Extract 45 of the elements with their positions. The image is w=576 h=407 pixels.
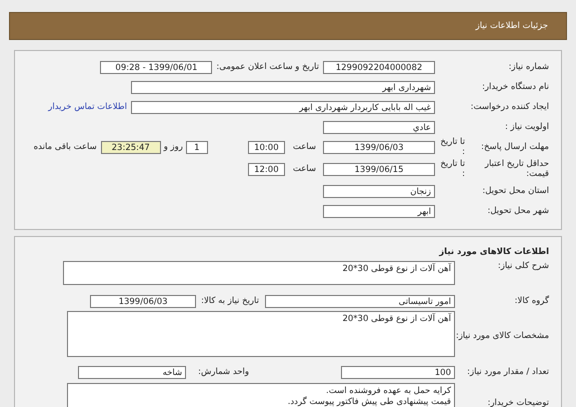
value-field: 10:00 [248,140,285,154]
field-label: تا تاریخ : [439,159,465,179]
value-field: شهرداری ابهر [131,80,435,94]
field-label: شرح کلی نیاز: [496,261,550,271]
field-label: شهر محل تحویل: [486,206,550,216]
field-label: توضیحات خریدار: [486,398,550,407]
field-label: تاریخ و ساعت اعلان عمومی: [216,62,319,72]
value-field: امور تاسیساتی [265,294,455,308]
notes-field: کرایه حمل به عهده فروشنده است. قیمت پیشنهادی طی پیش فاکتور پیوست گردد. [67,383,455,407]
field-label: استان محل تحویل: [481,186,550,196]
value-field: 1 [186,140,208,154]
page-title: جزئیات اطلاعات نیاز [476,21,548,31]
field-label: ایجاد کننده درخواست: [470,102,550,112]
field-label: اولویت نیاز : [504,122,550,132]
field-label: نام دستگاه خریدار: [481,82,550,92]
value-field: 1399/06/03 [90,294,196,308]
field-label: ساعت [292,142,316,152]
value-field: 12:00 [248,162,285,176]
value-field: آهن آلات از نوع قوطی 30*20 [67,311,455,357]
value-field: 100 [341,366,455,378]
field-label: ساعت باقی مانده [34,142,97,152]
countdown-field: 23:25:47 [100,140,161,154]
field-label: تاریخ نیاز به کالا: [201,296,259,306]
value-field: آهن آلات از نوع قوطی 30*20 [63,261,455,285]
field-label: واحد شمارش: [198,367,249,377]
value-field: 1399/06/15 [323,162,435,176]
value-field: زنجان [323,184,435,198]
field-label: مهلت ارسال پاسخ: [480,142,550,152]
value-field: غیب اله بابایی کاربردار شهرداری ابهر [131,100,435,114]
field-label: تعداد / مقدار مورد نیاز: [466,367,550,377]
value-field: ابهر [323,204,435,218]
section-title: اطلاعات کالاهای مورد نیاز [439,247,549,257]
contact-link[interactable]: اطلاعات تماس خریدار [48,102,127,112]
value-field: 1299092204000082 [323,60,435,74]
field-label: حداقل تاریخ اعتبار قیمت: [484,159,550,179]
field-label: شماره نیاز: [508,62,550,72]
field-label: مشخصات کالای مورد نیاز: [455,331,550,341]
value-field: 1399/06/03 [323,140,435,154]
field-label: ساعت [292,164,316,174]
value-field: عادي [323,120,435,134]
field-label: گروه کالا: [514,296,550,306]
field-label: روز و [164,142,183,152]
field-label: تا تاریخ : [439,137,465,157]
value-field: 1399/06/01 - 09:28 [100,60,212,74]
value-field: شاخه [78,366,186,378]
